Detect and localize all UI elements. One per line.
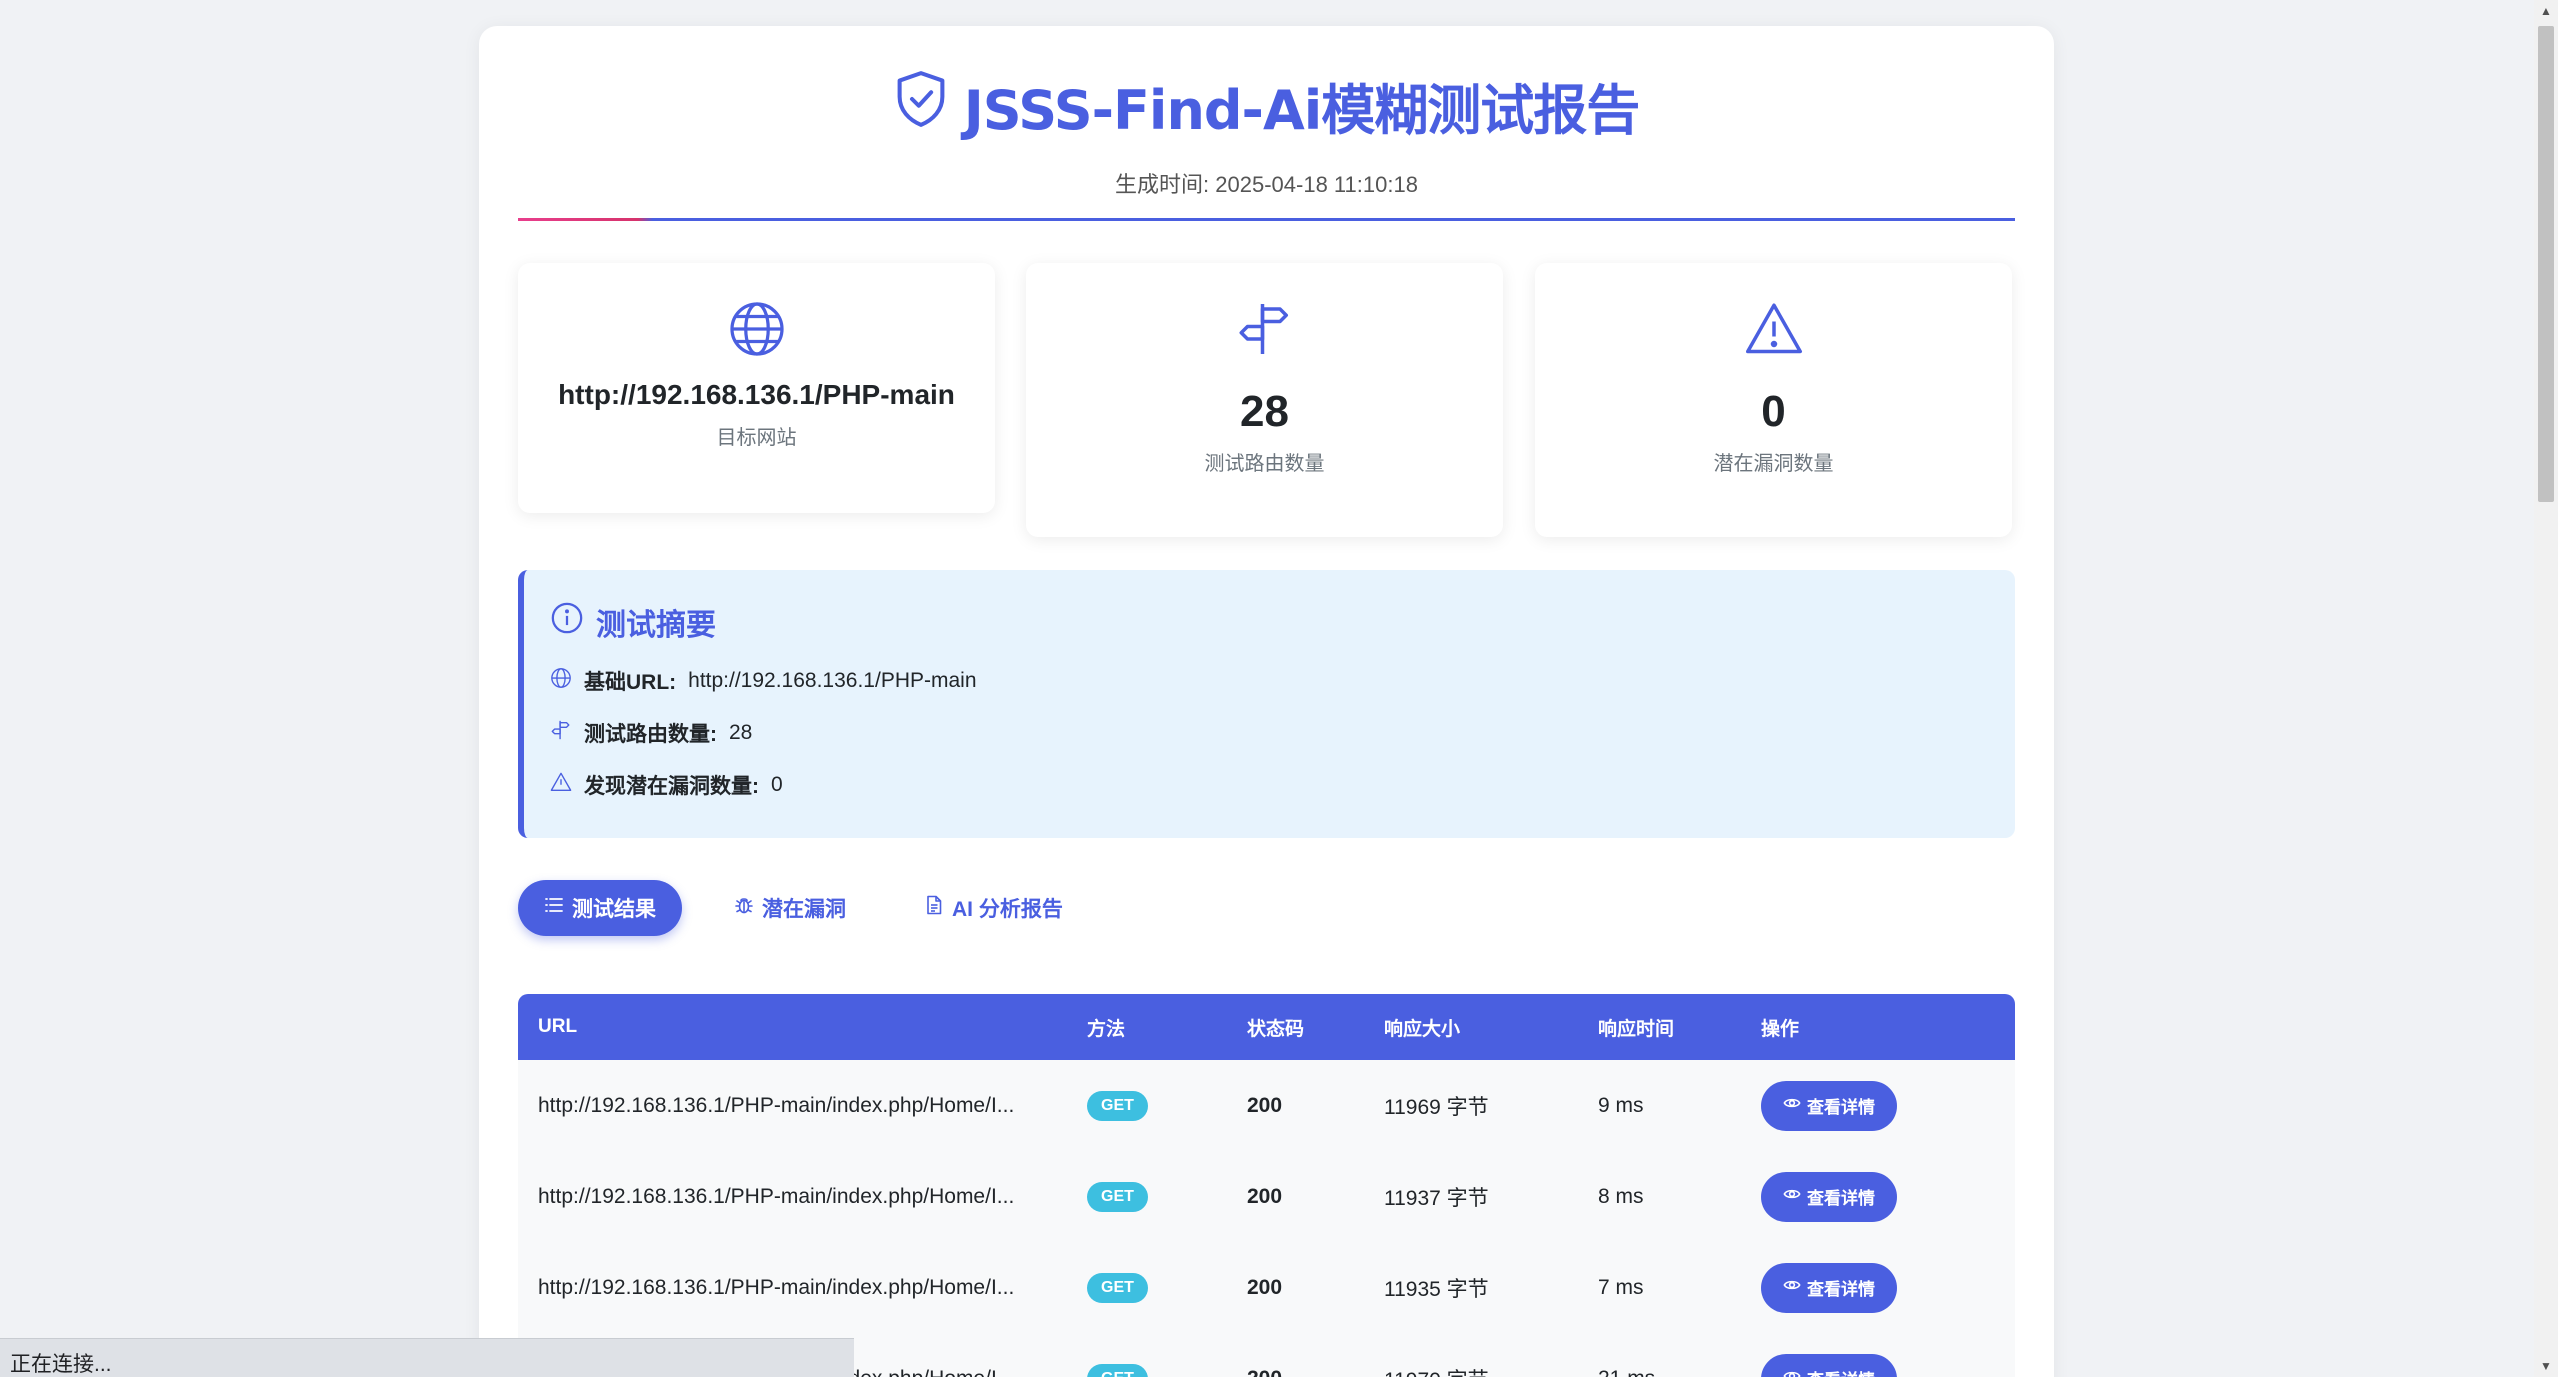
target-label: 目标网站: [716, 427, 797, 449]
col-header-status: 状态码: [1247, 1018, 1305, 1040]
view-details-label: 查看详情: [1807, 1366, 1875, 1377]
vulns-summary-value: 0: [771, 773, 783, 796]
scroll-up-arrow-icon[interactable]: ▲: [2540, 4, 2552, 18]
view-details-button[interactable]: 查看详情: [1761, 1171, 1897, 1222]
method-badge: GET: [1087, 1272, 1148, 1303]
col-header-action: 操作: [1761, 1018, 1800, 1040]
summary-vulns: 发现潜在漏洞数量: 0: [550, 770, 1989, 800]
view-details-button[interactable]: 查看详情: [1761, 1262, 1897, 1313]
tab-vulnerabilities[interactable]: 潜在漏洞: [708, 880, 872, 936]
routes-label: 测试路由数量: [1204, 453, 1325, 475]
row-size: 11969 字节: [1384, 1095, 1489, 1119]
method-badge: GET: [1087, 1181, 1148, 1212]
shield-check-icon: [894, 69, 948, 142]
list-icon: [544, 895, 564, 921]
stat-card-target: http://192.168.136.1/PHP-main 目标网站: [518, 263, 995, 513]
signpost-icon: [1235, 299, 1295, 359]
report-card: JSSS-Find-Ai模糊测试报告 生成时间: 2025-04-18 11:1…: [479, 26, 2054, 1377]
tab-label: 测试结果: [572, 898, 656, 921]
page-scrollbar[interactable]: ▲ ▼: [2534, 0, 2558, 1377]
row-status: 200: [1247, 1367, 1384, 1377]
row-time: 8 ms: [1598, 1184, 1644, 1208]
stat-card-routes: 28 测试路由数量: [1026, 263, 1503, 537]
row-url: http://192.168.136.1/PHP-main/index.php/…: [538, 1184, 1015, 1208]
test-summary: 测试摘要 基础URL: http://192.168.136.1/PHP-mai…: [518, 570, 2015, 838]
row-time: 9 ms: [1598, 1093, 1644, 1117]
summary-routes: 测试路由数量: 28: [550, 718, 1989, 748]
view-details-button[interactable]: 查看详情: [1761, 1080, 1897, 1131]
row-time: 21 ms: [1598, 1367, 1761, 1377]
col-header-method: 方法: [1087, 1018, 1126, 1040]
eye-icon: [1783, 1276, 1801, 1299]
routes-summary-label: 测试路由数量:: [584, 723, 717, 746]
view-details-label: 查看详情: [1807, 1280, 1875, 1299]
method-badge: GET: [1087, 1363, 1148, 1377]
eye-icon: [1783, 1094, 1801, 1117]
row-url: http://192.168.136.1/PHP-main/index.php/…: [538, 1093, 1015, 1117]
tab-label: AI 分析报告: [952, 898, 1063, 921]
document-icon: [924, 895, 944, 921]
summary-title-text: 测试摘要: [596, 608, 716, 643]
routes-summary-value: 28: [729, 721, 753, 744]
header-divider: [518, 218, 2015, 221]
col-header-size: 响应大小: [1384, 1018, 1461, 1040]
vulns-label: 潜在漏洞数量: [1713, 453, 1834, 475]
view-details-button[interactable]: 查看详情: [1761, 1353, 1897, 1377]
col-header-time: 响应时间: [1598, 1018, 1675, 1040]
method-badge: GET: [1087, 1090, 1148, 1121]
scroll-down-arrow-icon[interactable]: ▼: [2540, 1359, 2552, 1373]
signpost-icon: [550, 719, 572, 747]
routes-count: 28: [1240, 387, 1289, 436]
globe-icon: [727, 299, 787, 359]
vulns-count: 0: [1761, 387, 1786, 436]
info-icon: [550, 601, 584, 643]
table-row: http://192.168.136.1/PHP-main/index.php/…: [518, 1060, 2015, 1151]
base-url-label: 基础URL:: [584, 671, 677, 694]
stat-card-vulns: 0 潜在漏洞数量: [1535, 263, 2012, 537]
row-url: http://192.168.136.1/PHP-main/index.php/…: [538, 1275, 1015, 1299]
summary-base-url: 基础URL: http://192.168.136.1/PHP-main: [550, 666, 1989, 696]
row-size: 11937 字节: [1384, 1186, 1489, 1210]
row-status: 200: [1247, 1184, 1283, 1208]
warning-icon: [1744, 299, 1804, 359]
tab-test-results[interactable]: 测试结果: [518, 880, 682, 936]
summary-title: 测试摘要: [550, 600, 1989, 644]
table-row: http://192.168.136.1/PHP-main/index.php/…: [518, 1151, 2015, 1242]
row-status: 200: [1247, 1275, 1283, 1299]
base-url-value: http://192.168.136.1/PHP-main: [688, 669, 977, 692]
target-url: http://192.168.136.1/PHP-main: [558, 379, 955, 410]
warning-icon: [550, 771, 572, 799]
table-header: URL 方法 状态码 响应大小 响应时间 操作: [518, 994, 2015, 1060]
tab-ai-report[interactable]: AI 分析报告: [898, 880, 1089, 936]
view-details-label: 查看详情: [1807, 1098, 1875, 1117]
row-size: 11970 字节: [1384, 1364, 1598, 1377]
title-text: JSSS-Find-Ai模糊测试报告: [963, 79, 1641, 142]
bug-icon: [734, 895, 754, 921]
col-header-url: URL: [538, 1016, 578, 1037]
globe-icon: [550, 667, 572, 695]
browser-status-bar: 正在连接...: [0, 1338, 854, 1377]
view-details-label: 查看详情: [1807, 1189, 1875, 1208]
generated-time: 生成时间: 2025-04-18 11:10:18: [1115, 172, 1418, 197]
results-table: URL 方法 状态码 响应大小 响应时间 操作 http://192.168.1…: [518, 994, 2015, 1377]
tab-label: 潜在漏洞: [762, 898, 846, 921]
result-tabs: 测试结果 潜在漏洞 AI 分析报告: [518, 880, 1089, 936]
table-row: http://192.168.136.1/PHP-main/index.php/…: [518, 1242, 2015, 1333]
row-time: 7 ms: [1598, 1275, 1644, 1299]
scrollbar-thumb[interactable]: [2538, 26, 2554, 502]
eye-icon: [1783, 1367, 1801, 1377]
row-size: 11935 字节: [1384, 1277, 1489, 1301]
vulns-summary-label: 发现潜在漏洞数量:: [584, 775, 759, 798]
page-title: JSSS-Find-Ai模糊测试报告: [894, 66, 1640, 145]
row-status: 200: [1247, 1093, 1283, 1117]
report-header: JSSS-Find-Ai模糊测试报告 生成时间: 2025-04-18 11:1…: [479, 66, 2054, 199]
eye-icon: [1783, 1185, 1801, 1208]
